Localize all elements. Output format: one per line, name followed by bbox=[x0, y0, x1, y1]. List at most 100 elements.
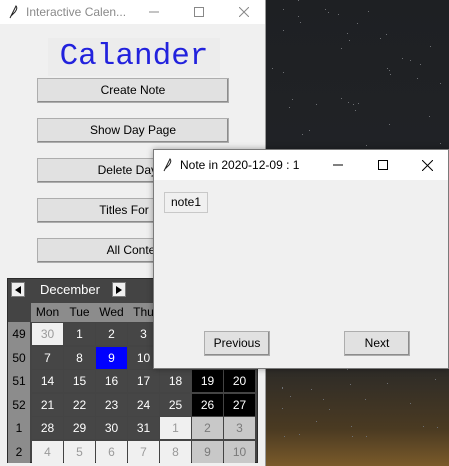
calendar-day[interactable]: 6 bbox=[96, 440, 127, 463]
week-number: 49 bbox=[12, 327, 26, 341]
star bbox=[282, 9, 284, 11]
calendar-day[interactable]: 28 bbox=[32, 417, 63, 439]
note-titlebar[interactable]: Note in 2020-12-09 : 1 bbox=[154, 150, 448, 180]
arrow-right-icon bbox=[116, 286, 122, 294]
star bbox=[281, 387, 283, 389]
next-month-button[interactable] bbox=[112, 282, 126, 297]
main-titlebar[interactable]: Interactive Calen... bbox=[0, 0, 265, 24]
star bbox=[349, 39, 351, 41]
star bbox=[315, 104, 317, 106]
weekday-label: Wed bbox=[99, 305, 124, 319]
calendar-day[interactable]: 3 bbox=[224, 417, 255, 439]
star bbox=[316, 420, 317, 422]
maximize-icon bbox=[193, 7, 204, 17]
star bbox=[297, 0, 299, 2]
calendar-day[interactable]: 21 bbox=[32, 393, 63, 416]
arrow-left-icon bbox=[15, 286, 21, 294]
star bbox=[388, 123, 390, 125]
calendar-day[interactable]: 8 bbox=[160, 440, 191, 463]
close-icon bbox=[422, 159, 433, 171]
star bbox=[355, 110, 357, 112]
show-day-page-button[interactable]: Show Day Page bbox=[37, 118, 229, 143]
feather-icon bbox=[9, 5, 18, 19]
weekday-label: Mon bbox=[35, 305, 60, 319]
star bbox=[298, 433, 300, 435]
star bbox=[401, 58, 403, 59]
note-maximize-button[interactable] bbox=[360, 150, 405, 180]
calendar-day[interactable]: 2 bbox=[192, 417, 223, 439]
calendar-day[interactable]: 9 bbox=[96, 346, 127, 369]
note-text-label: note1 bbox=[164, 192, 209, 213]
star bbox=[338, 14, 340, 16]
star bbox=[350, 425, 352, 427]
star bbox=[430, 46, 432, 48]
star bbox=[328, 409, 330, 411]
calendar-day[interactable]: 15 bbox=[64, 370, 95, 392]
prev-month-button[interactable] bbox=[11, 282, 25, 297]
calendar-day[interactable]: 4 bbox=[32, 440, 63, 463]
star bbox=[365, 398, 367, 400]
star bbox=[350, 383, 352, 385]
star bbox=[386, 382, 388, 384]
star bbox=[324, 9, 326, 11]
star bbox=[380, 37, 382, 39]
week-number-column bbox=[8, 322, 30, 463]
minimize-button[interactable] bbox=[131, 0, 176, 24]
star bbox=[288, 107, 290, 109]
calendar-day[interactable]: 26 bbox=[192, 393, 223, 416]
star bbox=[356, 22, 358, 24]
star bbox=[299, 22, 301, 24]
calendar-day[interactable]: 1 bbox=[160, 417, 191, 439]
calendar-day[interactable]: 23 bbox=[96, 393, 127, 416]
minimize-icon bbox=[148, 11, 159, 13]
next-button[interactable]: Next bbox=[344, 331, 410, 356]
star bbox=[347, 33, 349, 35]
calendar-day[interactable]: 22 bbox=[64, 393, 95, 416]
close-icon bbox=[238, 7, 249, 17]
star bbox=[357, 103, 359, 105]
note-window-title: Note in 2020-12-09 : 1 bbox=[180, 158, 300, 172]
star bbox=[410, 60, 412, 62]
calendar-day[interactable]: 27 bbox=[224, 393, 255, 416]
star bbox=[340, 47, 342, 49]
calendar-day[interactable]: 9 bbox=[192, 440, 223, 463]
star bbox=[284, 435, 286, 437]
note-minimize-button[interactable] bbox=[315, 150, 360, 180]
app-title: Calander bbox=[48, 38, 220, 76]
create-note-button[interactable]: Create Note bbox=[37, 78, 229, 103]
calendar-day[interactable]: 31 bbox=[128, 417, 159, 439]
main-window-title: Interactive Calen... bbox=[26, 5, 127, 19]
calendar-day[interactable]: 8 bbox=[64, 346, 95, 369]
calendar-day[interactable]: 19 bbox=[192, 370, 223, 392]
calendar-day[interactable]: 1 bbox=[64, 323, 95, 345]
calendar-day[interactable]: 16 bbox=[96, 370, 127, 392]
star bbox=[272, 67, 274, 69]
star bbox=[348, 102, 350, 104]
star bbox=[367, 10, 369, 12]
calendar-day[interactable]: 18 bbox=[160, 370, 191, 392]
calendar-day[interactable]: 25 bbox=[160, 393, 191, 416]
maximize-icon bbox=[377, 160, 388, 170]
calendar-day[interactable]: 5 bbox=[64, 440, 95, 463]
previous-button[interactable]: Previous bbox=[204, 331, 270, 356]
calendar-day[interactable]: 7 bbox=[128, 440, 159, 463]
star bbox=[322, 399, 324, 401]
star bbox=[352, 435, 354, 437]
note-close-button[interactable] bbox=[405, 150, 449, 180]
calendar-day[interactable]: 7 bbox=[32, 346, 63, 369]
calendar-day[interactable]: 30 bbox=[32, 323, 63, 345]
calendar-day[interactable]: 30 bbox=[96, 417, 127, 439]
star bbox=[386, 33, 388, 35]
calendar-day[interactable]: 17 bbox=[128, 370, 159, 392]
calendar-day[interactable]: 20 bbox=[224, 370, 255, 392]
star bbox=[439, 142, 441, 144]
calendar-day[interactable]: 14 bbox=[32, 370, 63, 392]
star bbox=[419, 64, 421, 66]
calendar-day[interactable]: 2 bbox=[96, 323, 127, 345]
calendar-day[interactable]: 24 bbox=[128, 393, 159, 416]
maximize-button[interactable] bbox=[176, 0, 221, 24]
calendar-day[interactable]: 29 bbox=[64, 417, 95, 439]
calendar-day[interactable]: 10 bbox=[224, 440, 255, 463]
star bbox=[434, 378, 436, 380]
close-button[interactable] bbox=[221, 0, 266, 24]
